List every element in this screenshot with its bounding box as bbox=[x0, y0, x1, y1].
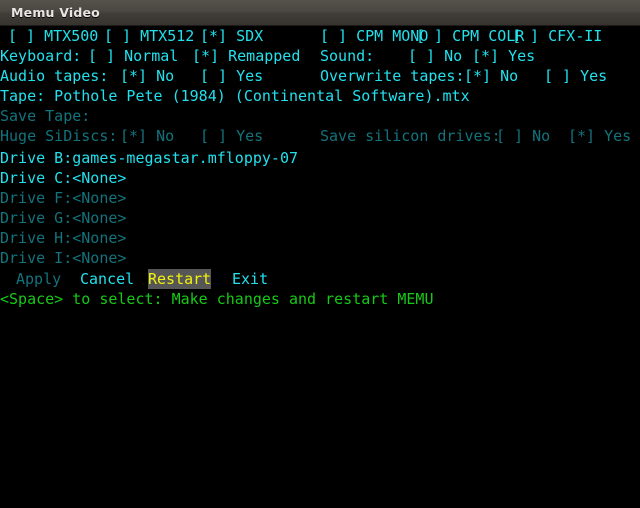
huge-sidiscs-option-yes: [ ] Yes bbox=[200, 127, 264, 145]
option-sdx[interactable]: [*] SDX bbox=[200, 26, 263, 46]
save-silicon-drives-option-yes: [*] Yes bbox=[568, 127, 632, 145]
apply-button: Apply bbox=[16, 270, 62, 288]
option-mtx512[interactable]: [ ] MTX512 bbox=[104, 26, 194, 46]
drive-row-c[interactable]: Drive C:<None> bbox=[0, 168, 126, 188]
save-silicon-drives-option-no: [ ] No bbox=[496, 127, 551, 145]
overwrite-tapes-option-no[interactable]: [*] No bbox=[464, 66, 518, 86]
drive-b-value[interactable]: Drive B:games-megastar.mfloppy-07 bbox=[0, 148, 298, 168]
button-row: Apply Cancel Restart Exit bbox=[0, 269, 268, 289]
drive-h-value: Drive H:<None> bbox=[0, 229, 127, 247]
sound-option-yes[interactable]: [*] Yes bbox=[472, 46, 535, 66]
keyboard-sound-row: Keyboard: [ ] Normal [*] Remapped Sound:… bbox=[0, 46, 535, 66]
drive-row-g: Drive G:<None> bbox=[0, 208, 126, 228]
audio-tapes-option-no[interactable]: [*] No bbox=[120, 66, 174, 86]
option-cpm-colr[interactable]: [ ] CPM COLR bbox=[416, 26, 524, 46]
drive-row-f: Drive F:<None> bbox=[0, 188, 126, 208]
drive-i-value: Drive I:<None> bbox=[0, 249, 127, 267]
drive-c-value[interactable]: Drive C:<None> bbox=[0, 168, 126, 188]
huge-sidiscs-label: Huge SiDiscs: bbox=[0, 127, 118, 145]
option-cfx-ii[interactable]: [ ] CFX-II bbox=[512, 26, 602, 46]
tape-file-value[interactable]: Tape: Pothole Pete (1984) (Continental S… bbox=[0, 86, 470, 106]
drive-f-value: Drive F:<None> bbox=[0, 189, 127, 207]
status-line-text: <Space> to select: Make changes and rest… bbox=[0, 290, 434, 308]
cancel-button[interactable]: Cancel bbox=[80, 269, 134, 289]
keyboard-option-remapped[interactable]: [*] Remapped bbox=[192, 46, 300, 66]
terminal-screen: [ ] MTX500 [ ] MTX512 [*] SDX [ ] CPM MO… bbox=[0, 26, 640, 508]
option-mtx500[interactable]: [ ] MTX500 bbox=[8, 26, 98, 46]
sidiscs-row: Huge SiDiscs: [*] No [ ] Yes Save silico… bbox=[0, 126, 631, 146]
drive-row-h: Drive H:<None> bbox=[0, 228, 126, 248]
exit-button[interactable]: Exit bbox=[232, 269, 268, 289]
save-silicon-drives-label: Save silicon drives: bbox=[320, 127, 501, 145]
save-tape-label: Save Tape: bbox=[0, 107, 91, 125]
sound-label: Sound: bbox=[320, 47, 375, 65]
window-titlebar[interactable]: Memu Video bbox=[0, 0, 640, 26]
save-tape-row: Save Tape: bbox=[0, 106, 90, 126]
keyboard-label: Keyboard: bbox=[0, 47, 82, 65]
drive-row-i: Drive I:<None> bbox=[0, 248, 126, 268]
restart-button[interactable]: Restart bbox=[148, 269, 212, 289]
option-cpm-mono[interactable]: [ ] CPM MONO bbox=[320, 26, 428, 46]
sound-option-no[interactable]: [ ] No bbox=[408, 46, 462, 66]
machine-type-row: [ ] MTX500 [ ] MTX512 [*] SDX [ ] CPM MO… bbox=[0, 26, 602, 46]
drive-row-b[interactable]: Drive B:games-megastar.mfloppy-07 bbox=[0, 148, 298, 168]
tapes-options-row: Audio tapes: [*] No [ ] Yes Overwrite ta… bbox=[0, 66, 607, 86]
huge-sidiscs-option-no: [*] No bbox=[120, 127, 175, 145]
drive-g-value: Drive G:<None> bbox=[0, 209, 127, 227]
tape-file-row[interactable]: Tape: Pothole Pete (1984) (Continental S… bbox=[0, 86, 470, 106]
overwrite-tapes-label: Overwrite tapes: bbox=[320, 67, 465, 85]
window-title: Memu Video bbox=[11, 5, 100, 20]
status-line-row: <Space> to select: Make changes and rest… bbox=[0, 289, 433, 309]
audio-tapes-label: Audio tapes: bbox=[0, 67, 109, 85]
overwrite-tapes-option-yes[interactable]: [ ] Yes bbox=[544, 66, 607, 86]
keyboard-option-normal[interactable]: [ ] Normal bbox=[88, 46, 178, 66]
audio-tapes-option-yes[interactable]: [ ] Yes bbox=[200, 66, 263, 86]
